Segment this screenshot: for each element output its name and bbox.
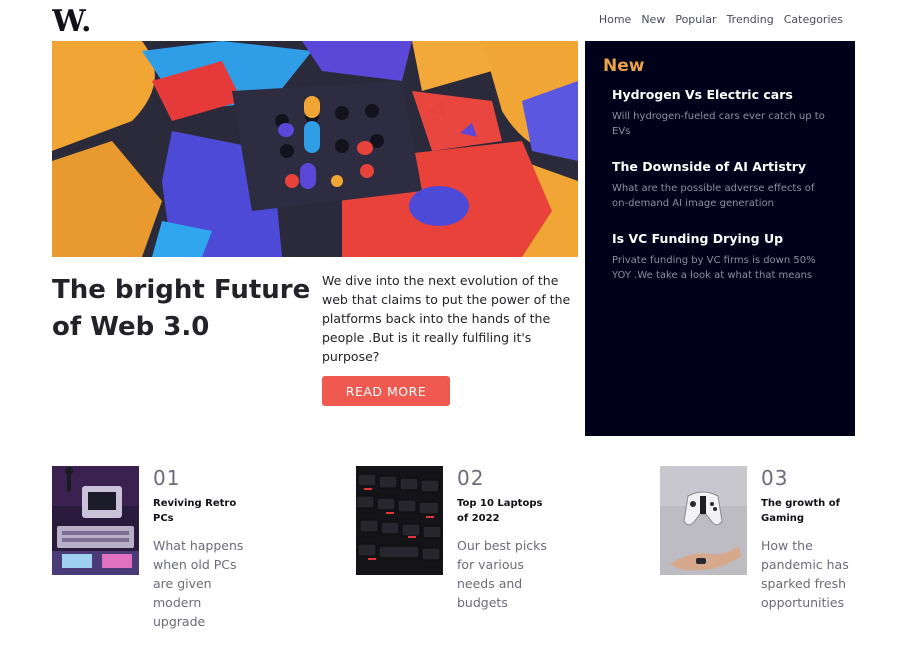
hero-image <box>52 41 578 257</box>
card-title[interactable]: Reviving Retro PCs <box>153 496 253 526</box>
hero-title: The bright Future of Web 3.0 <box>52 275 311 342</box>
card-title[interactable]: The growth of Gaming <box>761 496 861 526</box>
gaming-controller-thumbnail[interactable] <box>660 466 747 575</box>
new-article-title[interactable]: Is VC Funding Drying Up <box>612 231 837 246</box>
new-article-description: Private funding by VC firms is down 50% … <box>612 255 816 281</box>
card-description: What happens when old PCs are given mode… <box>153 538 244 629</box>
article-card[interactable]: 01 Reviving Retro PCs What happens when … <box>52 466 252 656</box>
new-article-title[interactable]: Hydrogen Vs Electric cars <box>612 87 837 102</box>
card-description: Our best picks for various needs and bud… <box>457 538 547 610</box>
new-article-description: Will hydrogen-fueled cars ever catch up … <box>612 111 825 137</box>
nav-categories[interactable]: Categories <box>784 13 843 26</box>
new-panel-heading: New <box>603 56 645 76</box>
article-card[interactable]: 03 The growth of Gaming How the pandemic… <box>660 466 860 656</box>
brand-logo[interactable]: W. <box>52 5 96 35</box>
nav-home[interactable]: Home <box>599 13 631 26</box>
card-number: 01 <box>153 466 181 490</box>
hero-description: We dive into the next evolution of the w… <box>322 273 571 364</box>
new-article-item[interactable]: The Downside of AI Artistry What are the… <box>612 159 837 211</box>
card-number: 02 <box>457 466 485 490</box>
logo-text: W. <box>52 5 91 35</box>
main-nav: Home New Popular Trending Categories <box>599 13 843 26</box>
retro-pc-thumbnail[interactable] <box>52 466 139 575</box>
card-description: How the pandemic has sparked fresh oppor… <box>761 538 849 610</box>
new-article-title[interactable]: The Downside of AI Artistry <box>612 159 837 174</box>
new-article-item[interactable]: Is VC Funding Drying Up Private funding … <box>612 231 837 283</box>
article-card[interactable]: 02 Top 10 Laptops of 2022 Our best picks… <box>356 466 556 656</box>
read-more-button[interactable]: READ MORE <box>322 376 450 406</box>
new-article-description: What are the possible adverse effects of… <box>612 183 815 209</box>
card-title[interactable]: Top 10 Laptops of 2022 <box>457 496 557 526</box>
new-articles-panel: New Hydrogen Vs Electric cars Will hydro… <box>585 41 855 436</box>
nav-new[interactable]: New <box>641 13 665 26</box>
new-article-item[interactable]: Hydrogen Vs Electric cars Will hydrogen-… <box>612 87 837 139</box>
card-number: 03 <box>761 466 789 490</box>
nav-trending[interactable]: Trending <box>727 13 774 26</box>
nav-popular[interactable]: Popular <box>675 13 716 26</box>
laptop-keyboard-thumbnail[interactable] <box>356 466 443 575</box>
